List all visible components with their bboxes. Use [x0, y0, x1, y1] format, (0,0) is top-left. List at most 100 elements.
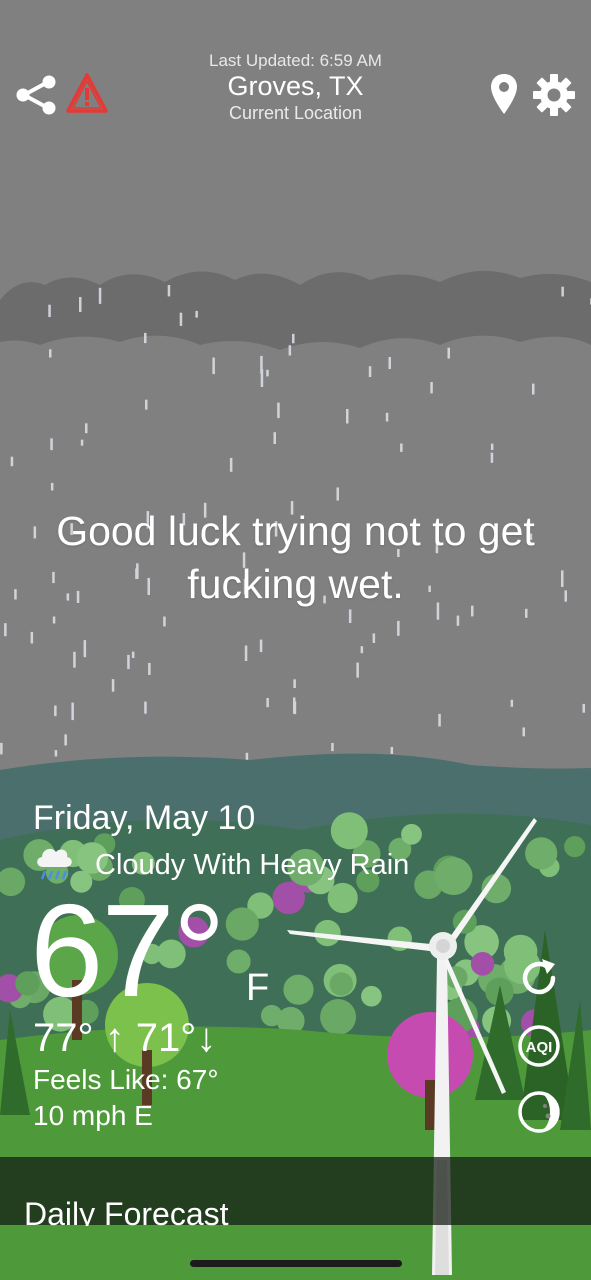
raindrop: [50, 482, 54, 491]
raindrop: [346, 409, 349, 424]
raindrop: [293, 701, 297, 715]
raindrop: [348, 609, 352, 623]
raindrop: [456, 615, 460, 626]
tree-blob: [320, 999, 357, 1035]
location-name: Groves, TX: [227, 71, 364, 101]
raindrop: [510, 699, 514, 707]
last-updated-text: Last Updated: 6:59 AM: [209, 52, 382, 70]
tree-blob: [225, 907, 259, 941]
raindrop: [447, 347, 450, 359]
raindrop: [331, 743, 334, 752]
raindrop: [48, 304, 51, 318]
raindrop: [259, 639, 263, 653]
raindrop: [14, 589, 17, 600]
raindrop: [368, 366, 372, 377]
raindrop: [145, 399, 148, 410]
raindrop: [293, 679, 296, 688]
share-icon[interactable]: [14, 74, 58, 116]
location-pin-icon[interactable]: [488, 72, 520, 116]
temperature-unit[interactable]: F: [246, 968, 269, 1008]
aqi-label: AQI: [526, 1039, 553, 1056]
location-subtitle: Current Location: [228, 103, 363, 123]
raindrop: [400, 443, 403, 452]
raindrop: [561, 570, 564, 587]
high-temp: 77°: [33, 1016, 94, 1060]
tree-blob: [564, 836, 586, 858]
tree-blob: [470, 952, 495, 976]
raindrop: [390, 746, 394, 754]
tree-blob: [283, 974, 314, 1005]
raindrop: [144, 701, 147, 714]
current-temperature: 67°: [30, 877, 226, 1024]
raindrop: [71, 702, 74, 721]
current-date: Friday, May 10: [33, 799, 256, 837]
raindrop: [532, 383, 535, 395]
raindrop: [273, 432, 276, 444]
raindrop: [167, 285, 171, 297]
raindrop: [229, 457, 233, 472]
moon-icon[interactable]: [517, 1090, 561, 1134]
tree-blob: [434, 857, 473, 896]
raindrop: [490, 443, 494, 450]
raindrop: [212, 357, 215, 375]
top-bar: Last Updated: 6:59 AM Groves, TX Current…: [0, 0, 591, 150]
low-temp: 71°: [135, 1016, 197, 1060]
tree-blob: [401, 823, 422, 845]
raindrop: [85, 423, 88, 434]
raindrop: [292, 333, 295, 344]
raindrop: [148, 662, 151, 675]
weather-message-line1: Good luck trying not to get: [56, 508, 535, 554]
home-indicator[interactable]: [190, 1260, 402, 1267]
aqi-button[interactable]: AQI: [517, 1024, 561, 1068]
raindrop: [49, 349, 52, 358]
settings-gear-icon[interactable]: [532, 73, 576, 117]
raindrop: [490, 452, 494, 463]
raindrop: [64, 734, 67, 746]
raindrop: [582, 703, 585, 713]
raindrop: [30, 631, 34, 644]
raindrop: [385, 412, 389, 422]
raindrop: [336, 487, 339, 501]
raindrop: [98, 287, 102, 304]
weather-message-line2: fucking wet.: [187, 561, 404, 607]
raindrop: [430, 382, 433, 394]
raindrop: [372, 633, 376, 643]
raindrop: [163, 616, 166, 627]
down-arrow-icon: ↓: [196, 1016, 217, 1060]
raindrop: [131, 651, 135, 658]
high-low-temps: 77° ↑ 71°↓: [33, 1015, 216, 1061]
raindrop: [288, 345, 292, 356]
raindrop: [561, 286, 564, 297]
raindrop: [360, 646, 364, 654]
raindrop: [244, 645, 248, 661]
daily-forecast-title[interactable]: Daily Forecast: [24, 1196, 229, 1226]
raindrop: [79, 297, 82, 312]
raindrop: [266, 369, 269, 377]
raindrop: [388, 357, 391, 369]
raindrop: [54, 705, 57, 717]
raindrop: [52, 616, 56, 624]
raindrop: [564, 590, 567, 602]
tree-blob: [329, 972, 353, 996]
location-header[interactable]: Last Updated: 6:59 AM Groves, TX Current…: [150, 52, 441, 124]
raindrop: [127, 654, 130, 670]
raindrop: [83, 640, 87, 658]
raindrop: [277, 402, 280, 419]
raindrop: [144, 332, 147, 344]
refresh-icon[interactable]: [517, 956, 561, 1000]
raindrop: [356, 662, 359, 678]
feels-like: Feels Like: 67°: [33, 1064, 219, 1095]
raindrop: [80, 439, 84, 446]
raindrop: [73, 651, 76, 668]
warning-alert-icon[interactable]: [66, 72, 108, 114]
raindrop: [10, 456, 14, 467]
raindrop: [111, 679, 115, 692]
raindrop: [260, 355, 263, 374]
raindrop: [522, 727, 525, 737]
wind-speed: 10 mph E: [33, 1100, 153, 1131]
raindrop: [0, 742, 3, 755]
raindrop: [50, 438, 53, 451]
raindrop: [54, 750, 58, 757]
tree-blob: [361, 985, 382, 1007]
raindrop: [4, 623, 7, 637]
